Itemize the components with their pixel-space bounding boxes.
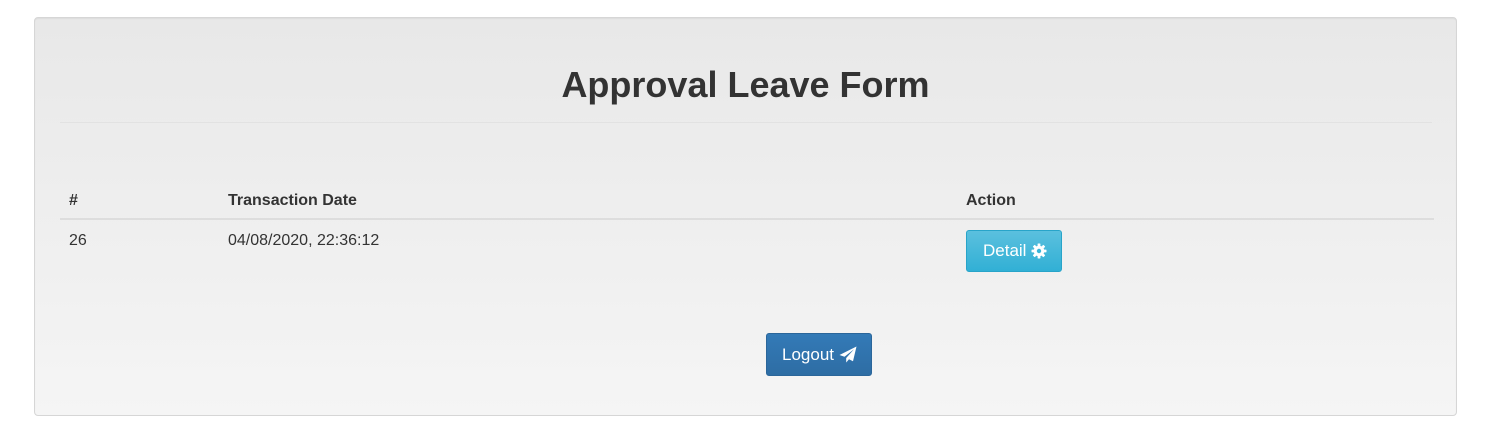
detail-button[interactable]: Detail — [966, 230, 1063, 272]
paper-plane-icon — [839, 346, 857, 363]
title-divider — [60, 122, 1432, 123]
header-transaction-date: Transaction Date — [219, 174, 957, 220]
gear-icon — [1031, 243, 1047, 259]
logout-button[interactable]: Logout — [766, 333, 872, 376]
cell-transaction-date: 04/08/2020, 22:36:12 — [228, 232, 380, 249]
header-action: Action — [957, 174, 1434, 220]
table-row: 26 04/08/2020, 22:36:12 Detail — [60, 219, 1434, 280]
table-header-row: # Transaction Date Action — [60, 174, 1434, 220]
logout-button-label: Logout — [782, 344, 834, 364]
cell-id: 26 — [69, 232, 87, 249]
approval-table: # Transaction Date Action 26 04/08/2020,… — [60, 174, 1434, 280]
cell-action: Detail — [957, 219, 1434, 280]
approval-panel: Approval Leave Form # Transaction Date A… — [34, 17, 1457, 416]
page-title: Approval Leave Form — [561, 64, 930, 105]
detail-button-label: Detail — [983, 241, 1027, 260]
header-id: # — [60, 174, 219, 220]
